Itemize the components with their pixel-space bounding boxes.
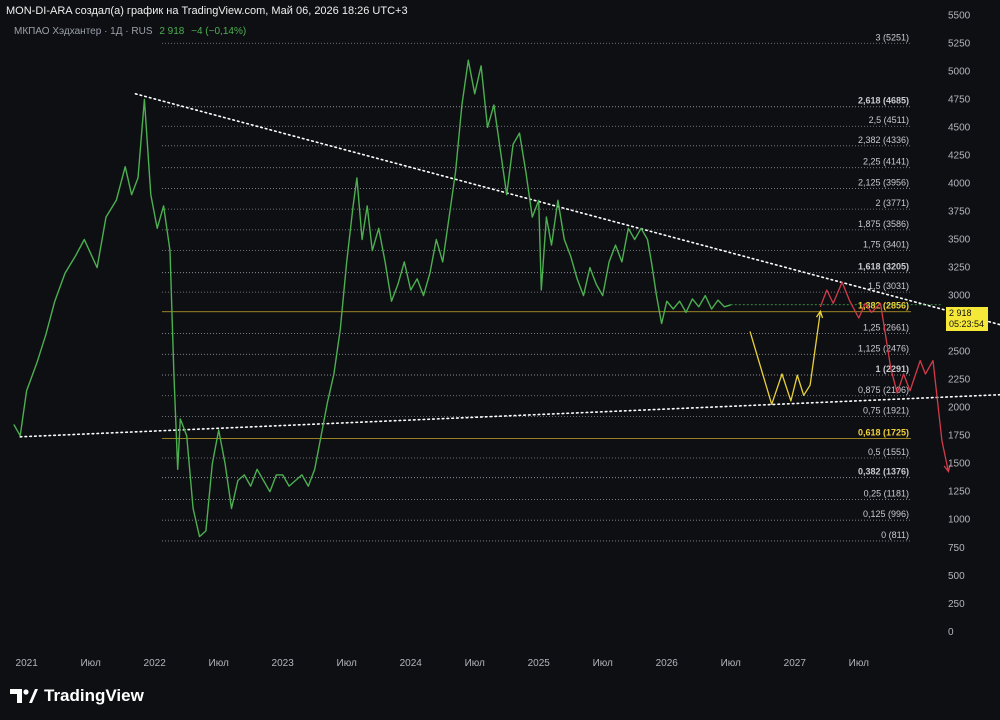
- forecast-paths: [749, 281, 951, 474]
- x-tick-label: 2023: [272, 658, 295, 669]
- y-tick-label: 4000: [948, 178, 971, 189]
- y-tick-label: 3500: [948, 235, 971, 246]
- fib-level-label: 1,75 (3401): [863, 240, 909, 250]
- x-tick-label: Июл: [337, 658, 357, 669]
- fib-level-label: 0,125 (996): [863, 509, 909, 519]
- x-tick-label: Июл: [593, 658, 613, 669]
- y-tick-label: 1250: [948, 487, 971, 498]
- last-price: 2 918: [159, 26, 185, 37]
- x-tick-label: Июл: [721, 658, 741, 669]
- fib-level-label: 1,5 (3031): [868, 281, 909, 291]
- forecast-up-path: [749, 311, 822, 405]
- tradingview-logo-icon: [10, 689, 38, 703]
- fibonacci-levels: 3 (5251) 2,618 (4685) 2,5 (4511) 2,382 (433…: [162, 32, 911, 542]
- y-tick-label: 4500: [948, 122, 971, 133]
- x-tick-label: 2022: [144, 658, 167, 669]
- y-tick-label: 750: [948, 543, 965, 554]
- x-tick-label: 2026: [656, 658, 679, 669]
- x-tick-label: 2024: [400, 658, 423, 669]
- chart-canvas[interactable]: 3 (5251) 2,618 (4685) 2,5 (4511) 2,382 (433…: [0, 0, 1000, 720]
- fib-level-label: 1,875 (3586): [858, 219, 909, 229]
- tradingview-brand[interactable]: TradingView: [10, 686, 144, 706]
- x-tick-label: 2027: [784, 658, 807, 669]
- chart-attribution: MON-DI-ARA создал(а) график на TradingVi…: [6, 5, 408, 17]
- symbol-name: МКПАО Хэдхантер · 1Д · RUS: [14, 26, 153, 37]
- current-price-value: 2 918: [949, 308, 972, 318]
- brand-name: TradingView: [44, 686, 144, 705]
- y-tick-label: 2250: [948, 375, 971, 386]
- y-tick-label: 3250: [948, 263, 971, 274]
- x-tick-label: Июл: [80, 658, 100, 669]
- y-tick-label: 5250: [948, 38, 971, 49]
- upper-trendline: [134, 93, 1000, 326]
- fib-level-label: 0,5 (1551): [868, 447, 909, 457]
- fib-level-label: 0,25 (1181): [864, 488, 909, 498]
- x-tick-label: Июл: [849, 658, 869, 669]
- fib-level-label: 2,382 (4336): [858, 135, 909, 145]
- fib-level-label: 1,25 (2661): [863, 323, 909, 333]
- bar-countdown: 05:23:54: [949, 319, 985, 329]
- y-tick-label: 2500: [948, 347, 971, 358]
- y-tick-label: 3000: [948, 291, 971, 302]
- fib-level-label: 2,125 (3956): [858, 177, 909, 187]
- fib-level-label: 2,25 (4141): [863, 157, 909, 167]
- lower-trendline: [19, 393, 1000, 438]
- y-tick-label: 1000: [948, 515, 971, 526]
- fib-level-label: 1,382 (2856): [858, 301, 909, 311]
- trendlines: [19, 93, 1000, 438]
- price-series: [13, 59, 942, 538]
- price-line: [13, 59, 732, 538]
- x-tick-label: Июл: [465, 658, 485, 669]
- fib-level-label: 0,382 (1376): [858, 467, 909, 477]
- x-axis: 2021 Июл 2022 Июл 2023 Июл 2024 Июл 2025 Июл 2026 И…: [16, 658, 870, 669]
- price-change: −4 (−0,14%): [191, 26, 247, 37]
- y-tick-label: 5000: [948, 66, 971, 77]
- fib-level-label: 2 (3771): [875, 198, 909, 208]
- fib-level-label: 0 (811): [881, 530, 909, 540]
- symbol-legend: МКПАО Хэдхантер · 1Д · RUS 2 918 −4 (−0,…: [14, 26, 246, 37]
- y-tick-label: 4250: [948, 150, 971, 161]
- fib-level-label: 0,618 (1725): [858, 427, 909, 437]
- fib-level-label: 1,618 (3205): [858, 262, 909, 272]
- x-tick-label: 2025: [528, 658, 551, 669]
- y-tick-label: 0: [948, 627, 954, 638]
- y-tick-label: 500: [948, 571, 965, 582]
- fib-level-label: 2,5 (4511): [869, 115, 909, 125]
- fib-level-label: 0,875 (2106): [858, 385, 909, 395]
- y-tick-label: 5500: [948, 10, 971, 21]
- fib-level-label: 3 (5251): [875, 32, 909, 42]
- current-price-tag: 2 918 05:23:54: [946, 307, 988, 331]
- x-tick-label: 2021: [16, 658, 39, 669]
- fib-level-label: 0,75 (1921): [863, 406, 909, 416]
- fib-level-label: 2,618 (4685): [858, 96, 909, 106]
- y-tick-label: 250: [948, 599, 965, 610]
- y-tick-label: 4750: [948, 94, 971, 105]
- x-tick-label: Июл: [209, 658, 229, 669]
- fib-level-label: 1,125 (2476): [858, 343, 909, 353]
- y-tick-label: 1750: [948, 431, 971, 442]
- y-tick-label: 3750: [948, 207, 971, 218]
- y-tick-label: 1500: [948, 459, 971, 470]
- y-tick-label: 2000: [948, 403, 971, 414]
